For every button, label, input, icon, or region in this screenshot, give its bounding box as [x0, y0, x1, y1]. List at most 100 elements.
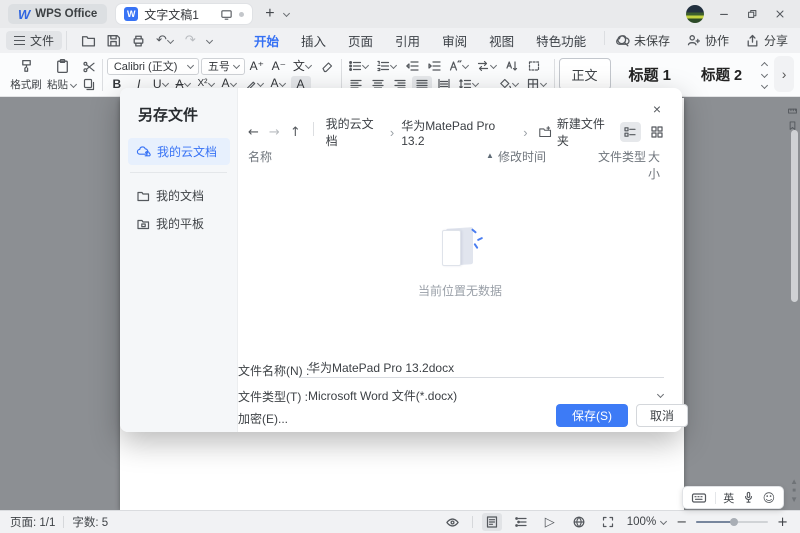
increase-indent-button[interactable] [424, 58, 444, 75]
tab-list-chevron-icon[interactable] [283, 10, 291, 18]
style-heading2[interactable]: 标题 2 [689, 58, 754, 90]
clear-format-button[interactable] [317, 58, 337, 75]
tab-features[interactable]: 特色功能 [528, 28, 594, 53]
save-button[interactable] [106, 33, 121, 48]
font-size-select[interactable]: 五号 [201, 58, 245, 75]
file-list-header: 名称 ▲ 修改时间 文件类型 大小 [248, 148, 668, 164]
format-painter-button[interactable]: 格式刷 [8, 56, 44, 94]
document-tab[interactable]: W 文字文稿1 [115, 3, 253, 25]
minimize-button[interactable] [716, 6, 732, 22]
share-button[interactable]: 分享 [745, 32, 788, 49]
list-view-toggle[interactable] [620, 122, 641, 142]
style-normal[interactable]: 正文 [559, 58, 611, 90]
page-view-button[interactable] [482, 513, 502, 531]
user-avatar[interactable] [686, 5, 704, 23]
close-window-button[interactable] [772, 6, 788, 22]
save-confirm-button[interactable]: 保存(S) [556, 404, 628, 427]
bullet-list-button[interactable] [346, 58, 372, 75]
restore-button[interactable] [744, 6, 760, 22]
print-button[interactable] [131, 33, 146, 48]
open-file-button[interactable] [81, 33, 96, 48]
tab-review[interactable]: 审阅 [434, 28, 475, 53]
browse-object-button[interactable]: ■ [792, 488, 796, 494]
styles-scroll-down-icon[interactable] [760, 71, 768, 79]
char-scale-button[interactable] [446, 58, 472, 75]
styles-scroll-up-icon[interactable] [760, 60, 768, 68]
sidebar-item-my-tablet[interactable]: 我的平板 [128, 210, 230, 237]
nav-back-button[interactable]: ← [248, 125, 259, 140]
paste-button[interactable]: 粘贴 [44, 56, 80, 94]
cut-button[interactable] [82, 60, 96, 74]
tab-reference[interactable]: 引用 [387, 28, 428, 53]
ime-language-toggle[interactable]: 英 [723, 490, 734, 506]
ime-mic-button[interactable] [742, 491, 755, 504]
quickbar-options-chevron-icon[interactable] [206, 37, 214, 45]
copy-button[interactable] [82, 77, 96, 91]
vertical-scrollbar[interactable] [791, 130, 798, 302]
file-menu-button[interactable]: 文件 [6, 31, 62, 50]
breadcrumb-cloud-docs[interactable]: 我的云文档 [326, 115, 383, 149]
word-count[interactable]: 字数: 5 [72, 514, 108, 530]
increase-font-button[interactable]: A⁺ [247, 58, 267, 75]
web-layout-button[interactable] [569, 513, 589, 531]
numbered-list-button[interactable] [374, 58, 400, 75]
nav-forward-button[interactable]: → [269, 125, 280, 140]
zoom-slider[interactable] [696, 515, 768, 529]
wps-logo-icon: W [18, 7, 30, 22]
redo-button[interactable]: ↷ [185, 33, 196, 48]
nav-up-button[interactable]: ↑ [290, 125, 301, 140]
decrease-font-button[interactable]: A⁻ [269, 58, 289, 75]
grid-view-toggle[interactable] [647, 122, 668, 142]
sort-button[interactable] [502, 58, 522, 75]
prev-page-button[interactable]: ▲ [790, 478, 798, 486]
sort-ascending-icon[interactable]: ▲ [486, 151, 494, 160]
zoom-in-button[interactable]: + [777, 515, 788, 530]
tab-settings-button[interactable] [524, 58, 544, 75]
title-bar: W WPS Office W 文字文稿1 + [0, 0, 800, 28]
decrease-indent-button[interactable] [402, 58, 422, 75]
tab-view[interactable]: 视图 [481, 28, 522, 53]
zoom-out-button[interactable]: − [676, 515, 687, 530]
column-name[interactable]: 名称 [248, 148, 272, 165]
collaborate-button[interactable]: 协作 [686, 32, 729, 49]
text-direction-button[interactable] [474, 58, 500, 75]
styles-more-icon[interactable] [760, 82, 768, 90]
bullet-list-icon [348, 59, 362, 73]
column-size[interactable]: 大小 [648, 148, 668, 182]
ime-emoji-button[interactable]: ☺ [763, 492, 776, 504]
next-page-button[interactable]: ▼ [790, 496, 798, 504]
outline-view-button[interactable] [511, 513, 531, 531]
encrypt-link[interactable]: 加密(E)... [238, 410, 288, 427]
sidebar-item-my-documents[interactable]: 我的文档 [128, 182, 230, 209]
new-folder-button[interactable]: 新建文件夹 [538, 115, 614, 149]
spellcheck-eye-button[interactable] [443, 513, 463, 531]
column-modified[interactable]: 修改时间 [498, 148, 546, 165]
zoom-slider-thumb[interactable] [730, 518, 738, 526]
column-type[interactable]: 文件类型 [598, 148, 646, 165]
ruler-toggle-icon[interactable] [787, 106, 798, 117]
zoom-level[interactable]: 100% [627, 516, 667, 528]
sidebar-item-cloud-docs[interactable]: 我的云文档 [128, 138, 230, 165]
breadcrumb-folder[interactable]: 华为MatePad Pro 13.2 [401, 117, 516, 148]
app-logo-button[interactable]: W WPS Office [8, 4, 107, 24]
cancel-button[interactable]: 取消 [636, 404, 688, 427]
font-name-select[interactable]: Calibri (正文) [107, 58, 199, 75]
phonetic-guide-button[interactable]: 文 [291, 58, 315, 75]
undo-button[interactable]: ↶ [156, 33, 175, 48]
play-presentation-button[interactable]: ▷ [540, 513, 560, 531]
empty-folder-illustration [437, 226, 483, 268]
empty-state: 当前位置无数据 [238, 226, 682, 299]
dashed-box-icon [527, 59, 541, 73]
ime-keyboard-button[interactable] [691, 491, 707, 505]
style-heading1[interactable]: 标题 1 [617, 58, 684, 90]
tab-home[interactable]: 开始 [246, 28, 287, 53]
search-button[interactable] [615, 33, 630, 48]
file-type-select[interactable]: Microsoft Word 文件(*.docx) [300, 386, 664, 404]
file-name-input[interactable] [300, 358, 664, 378]
grid-view-icon [650, 125, 664, 139]
fullscreen-button[interactable] [598, 513, 618, 531]
tab-page[interactable]: 页面 [340, 28, 381, 53]
tab-insert[interactable]: 插入 [293, 28, 334, 53]
ribbon-expand-button[interactable]: › [774, 56, 794, 92]
new-tab-button[interactable]: + [265, 6, 274, 22]
